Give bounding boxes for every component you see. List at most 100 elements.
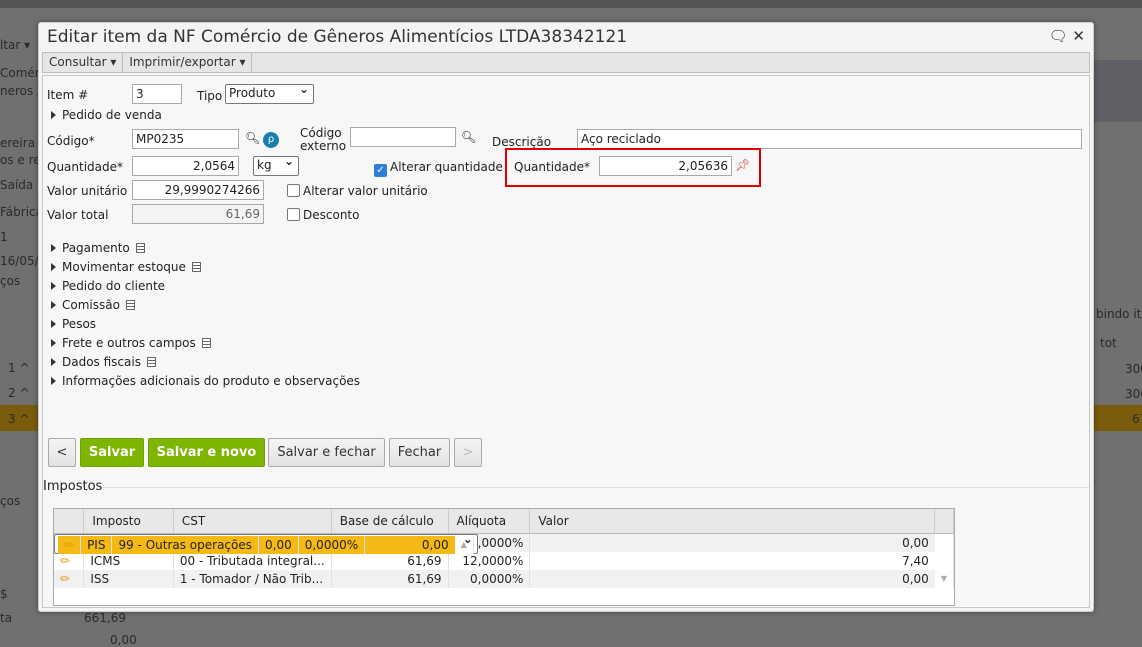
bg-text: ços [0, 494, 21, 508]
section-label: Dados fiscais [62, 355, 141, 369]
section-frete[interactable]: Frete e outros campos [51, 336, 211, 350]
valor-total-label: Valor total [47, 208, 109, 222]
previous-button[interactable]: < [48, 438, 76, 467]
search-icon[interactable]: 🔍︎ [245, 131, 260, 145]
bg-text: Fábrica [0, 205, 43, 219]
expand-icon [51, 377, 56, 385]
notes-icon [135, 243, 145, 253]
impostos-title: Impostos [43, 479, 103, 494]
bg-text: ços [0, 274, 21, 288]
imprimir-menu[interactable]: Imprimir/exportar ▾ [123, 53, 253, 72]
alterar-valor-unitario-checkbox[interactable]: Alterar valor unitário [287, 184, 428, 198]
cell: 7,40 [529, 551, 935, 570]
bg-text: 300 [1125, 362, 1142, 376]
quantidade-label: Quantidade* [47, 160, 124, 174]
column-header[interactable]: Imposto [83, 509, 174, 534]
alterar-quantidade-checkbox[interactable]: ✓ Alterar quantidade [374, 160, 503, 177]
scrollbar[interactable] [934, 551, 954, 570]
next-button[interactable]: > [454, 438, 482, 467]
section-dados-fiscais[interactable]: Dados fiscais [51, 355, 156, 369]
bg-text: 61 [1132, 412, 1142, 426]
salvar-button[interactable]: Salvar [80, 438, 144, 467]
quantidade-input[interactable]: 2,0564 [132, 156, 239, 176]
scrollbar[interactable]: ▼ [934, 569, 954, 588]
consultar-label: Consultar [49, 55, 107, 69]
section-pesos[interactable]: Pesos [51, 317, 96, 331]
divider [103, 487, 1089, 488]
column-header[interactable]: Alíquota [448, 509, 531, 534]
section-informacoes-adicionais[interactable]: Informações adicionais do produto e obse… [51, 374, 360, 388]
section-label: Pagamento [62, 241, 130, 255]
salvar-fechar-button[interactable]: Salvar e fechar [268, 438, 385, 467]
cell: ICMS [83, 551, 174, 570]
cell: 61,69 [331, 569, 449, 588]
fechar-button[interactable]: Fechar [389, 438, 450, 467]
consultar-menu[interactable]: Consultar ▾ [43, 53, 124, 72]
item-input[interactable]: 3 [132, 84, 182, 104]
expand-icon [51, 358, 56, 366]
salvar-novo-button[interactable]: Salvar e novo [148, 438, 265, 467]
close-icon[interactable]: ✕ [1072, 27, 1085, 45]
bg-text: 1 ^ [8, 361, 30, 375]
codigo-input[interactable]: MP0235 [132, 129, 239, 149]
bg-text: os e re [0, 153, 41, 167]
expand-icon [51, 339, 56, 347]
bg-text: tot [1100, 336, 1117, 350]
checkbox-checked-icon: ✓ [374, 164, 387, 177]
section-pedido-cliente[interactable]: Pedido do cliente [51, 279, 165, 293]
pencil-icon[interactable]: ✏︎ [58, 535, 82, 554]
imposto-row[interactable]: ✏︎ ICMS 00 - Tributada integral... 61,69 12,… [54, 551, 954, 570]
comment-icon[interactable]: 🗨 [1049, 27, 1068, 45]
section-movimentar-estoque[interactable]: Movimentar estoque [51, 260, 201, 274]
scrollbar[interactable]: ▲ [454, 535, 474, 554]
section-label: Frete e outros campos [62, 336, 196, 350]
expand-icon [51, 301, 56, 309]
product-info-icon[interactable]: ρ [263, 132, 279, 148]
codigo-externo-label-line2: externo [300, 139, 347, 153]
bg-text: ltar ▾ [0, 38, 31, 52]
cell: 99 - Outras operações [111, 535, 260, 554]
notes-icon [125, 300, 135, 310]
edit-column-header [54, 509, 85, 534]
section-label: Pesos [62, 317, 97, 331]
pencil-icon[interactable]: ✏︎ [54, 551, 85, 570]
pedido-venda-toggle[interactable]: Pedido de venda [51, 108, 162, 122]
section-comissao[interactable]: Comissão [51, 298, 135, 312]
bg-text: $ [0, 587, 8, 601]
codigo-externo-input[interactable] [350, 127, 456, 147]
descricao-input[interactable]: Aço reciclado [577, 129, 1082, 149]
pencil-icon[interactable]: ✏︎ [54, 569, 85, 588]
desconto-checkbox[interactable]: Desconto [287, 208, 359, 222]
cell: 12,0000% [448, 551, 531, 570]
scrollbar-header [934, 509, 954, 534]
section-label: Movimentar estoque [62, 260, 186, 274]
descricao-label: Descrição [492, 135, 552, 149]
tipo-select[interactable]: Produto [225, 82, 314, 104]
desconto-label: Desconto [303, 208, 360, 222]
quantidade2-input[interactable]: 2,05636 [599, 156, 732, 176]
alterar-valor-unitario-label: Alterar valor unitário [303, 184, 428, 198]
bg-text: 661,69 [84, 611, 126, 625]
column-header[interactable]: CST [173, 509, 332, 534]
imposto-row[interactable]: ✏︎ ISS 1 - Tomador / Não Trib... 61,69 0,000… [54, 569, 954, 588]
valor-total-input[interactable]: 61,69 [132, 204, 264, 224]
impostos-grid: Imposto CST Base de cálculo Alíquota Val… [53, 508, 955, 606]
valor-unitario-input[interactable]: 29,9990274266 [132, 180, 264, 200]
imposto-row[interactable]: ✏︎ PIS 99 - Outras operações 0,00 0,0000% 0,0… [54, 532, 478, 554]
item-label: Item # [47, 88, 89, 102]
tipo-label: Tipo [197, 89, 223, 103]
column-header[interactable]: Valor [529, 509, 936, 534]
unidade-select[interactable]: kg [253, 154, 299, 176]
notes-icon [201, 338, 211, 348]
search-icon[interactable]: 🔍︎ [461, 130, 476, 144]
bg-text: ta [0, 611, 13, 625]
section-pagamento[interactable]: Pagamento [51, 241, 145, 255]
codigo-externo-label: Código externo [300, 127, 346, 153]
pin-icon[interactable]: 📌︎ [735, 158, 750, 172]
scrollbar[interactable] [934, 533, 954, 552]
section-label: Pedido do cliente [62, 279, 166, 293]
cell: 0,0000% [298, 535, 366, 554]
column-header[interactable]: Base de cálculo [331, 509, 449, 534]
alterar-quantidade-label: Alterar quantidade [390, 160, 503, 174]
edit-item-dialog: Editar item da NF Comércio de Gêneros Al… [38, 22, 1094, 612]
